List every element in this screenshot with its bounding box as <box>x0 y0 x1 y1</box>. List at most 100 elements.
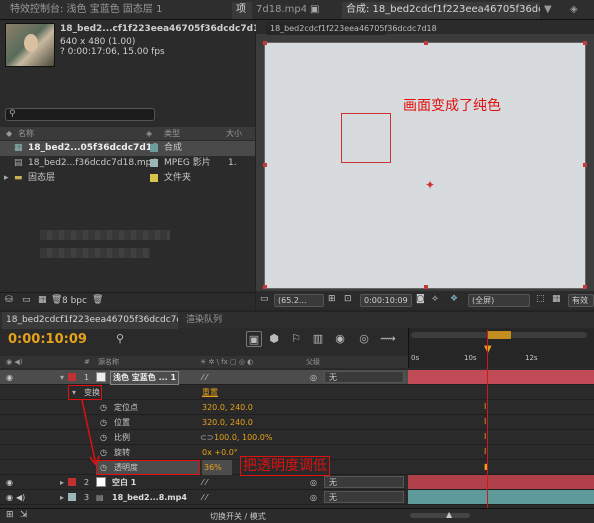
tab-composition[interactable]: 合成: 18_bed2cdcf1f223eea46705f36dcdc7d18 <box>342 2 540 19</box>
current-time-indicator-line[interactable] <box>487 330 488 520</box>
time-ruler[interactable]: 0s 10s 12s ▼ <box>408 328 594 368</box>
layer-name[interactable]: 浅色 宝蓝色 ... 1 <box>110 371 180 385</box>
bounding-handle[interactable] <box>424 285 428 289</box>
search-icon[interactable]: ⚲ <box>112 331 128 347</box>
new-comp-icon[interactable]: ▦ <box>38 295 47 305</box>
audio-icon[interactable]: ◀) <box>16 490 25 505</box>
label-color-swatch[interactable] <box>68 478 76 486</box>
active-camera-select[interactable]: 有效 <box>568 294 594 307</box>
keyframe-icon[interactable]: I <box>484 445 486 458</box>
graph-editor-icon[interactable]: ⟿ <box>380 331 396 347</box>
zoom-slider[interactable] <box>410 513 470 518</box>
label-color-swatch[interactable] <box>68 373 76 381</box>
anchor-point-icon[interactable]: ✦ <box>425 178 435 192</box>
layer-duration-bar[interactable] <box>408 370 594 385</box>
label-color-swatch[interactable] <box>68 493 76 501</box>
expand-arrow-icon[interactable]: ▸ <box>60 490 64 505</box>
column-parent[interactable]: 父级 <box>306 356 320 368</box>
project-item[interactable]: ▸ ▬ 固态层 文件夹 <box>0 171 255 186</box>
opacity-value[interactable]: 36% <box>202 460 232 475</box>
grid-icon[interactable]: ⊞ <box>328 294 336 304</box>
column-source-name[interactable]: 源名称 <box>98 356 119 368</box>
bounding-handle[interactable] <box>263 163 267 167</box>
property-value[interactable]: 320.0, 240.0 <box>202 415 253 430</box>
layer-name[interactable]: 18_bed2...8.mp4 <box>112 490 187 505</box>
toggle-switches-modes[interactable]: 切换开关 / 模式 <box>210 511 266 522</box>
tab-effects-control[interactable]: 特效控制台: 浅色 宝蓝色 固态层 1 <box>6 2 196 19</box>
zoom-thumb-icon[interactable]: ▲ <box>446 510 452 519</box>
layer-row[interactable]: ◉ ▸ 2 空白 1 ⁄ ⁄ ◎ 无 <box>0 475 408 490</box>
tab-project[interactable]: 项 <box>232 2 252 19</box>
expand-layer-icon[interactable]: ⇲ <box>20 510 28 520</box>
keyframe-icon[interactable]: I <box>484 430 486 443</box>
bounding-handle[interactable] <box>583 285 587 289</box>
eye-icon[interactable]: ◉ <box>6 475 13 490</box>
property-value[interactable]: 0x +0.0° <box>202 445 238 460</box>
dropdown-arrow-icon[interactable]: ▼ <box>540 2 560 19</box>
parent-select[interactable]: 无 <box>324 476 404 488</box>
parent-pickwhip-icon[interactable]: ◎ <box>310 490 317 505</box>
bounding-handle[interactable] <box>263 285 267 289</box>
tab-flowchart-icon[interactable]: ◈ <box>566 2 590 19</box>
constrain-proportions-icon[interactable]: ⊂⊃ <box>200 430 213 445</box>
timeline-timecode[interactable]: 0:00:10:09 <box>8 332 87 347</box>
keyframe-icon[interactable]: I <box>484 415 486 428</box>
comp-flowchart-icon[interactable]: ⊞ <box>6 510 14 520</box>
frame-blending-icon[interactable]: ▥ <box>310 331 326 347</box>
tab-lock-icon[interactable]: ▣ <box>306 2 340 19</box>
bounding-handle[interactable] <box>583 163 587 167</box>
current-time-display[interactable]: 0:00:10:09 <box>360 294 412 307</box>
trash-icon[interactable]: 🗑 <box>51 295 62 305</box>
comp-viewer-canvas[interactable]: ✦ 画面变成了纯色 <box>263 41 587 289</box>
expand-arrow-icon[interactable]: ▸ <box>60 475 64 490</box>
transparency-grid-icon[interactable]: ▦ <box>552 294 561 304</box>
hide-shy-layers-icon[interactable]: ⚐ <box>288 331 304 347</box>
camera-icon[interactable]: ◙ <box>416 294 425 304</box>
bounding-handle[interactable] <box>424 41 428 45</box>
layer-duration-bar[interactable] <box>408 475 594 490</box>
bounding-handle[interactable] <box>263 41 267 45</box>
expand-arrow-icon[interactable]: ▸ <box>4 171 9 186</box>
channel-icon[interactable]: ❖ <box>450 294 458 304</box>
project-search-input[interactable]: ⚲ <box>5 108 155 121</box>
project-item[interactable]: ▦ 18_bed2...05f36dcdc7d18 合成 <box>0 141 255 156</box>
property-value[interactable]: 320.0, 240.0 <box>202 400 253 415</box>
zoom-select[interactable]: (65.2... <box>274 294 324 307</box>
layer-row[interactable]: ◉ ▾ 1 浅色 宝蓝色 ... 1 ⁄ ⁄ ◎ 无 <box>0 370 408 385</box>
graph-editor-icon[interactable]: ◎ <box>356 331 372 347</box>
expand-arrow-icon[interactable]: ▾ <box>60 370 64 385</box>
shy-switch-icon[interactable]: ⁄ ⁄ <box>202 490 207 505</box>
column-type[interactable]: 类型 <box>164 127 180 140</box>
parent-select[interactable]: 无 <box>324 491 404 503</box>
motion-blur-icon[interactable]: ◉ <box>332 331 348 347</box>
eye-icon[interactable]: ◉ <box>6 370 13 385</box>
layer-duration-bar[interactable] <box>408 490 594 505</box>
shy-switch-icon[interactable]: ⁄ ⁄ <box>202 475 207 490</box>
resolution-select[interactable]: (全屏) <box>468 294 530 307</box>
trash-icon[interactable]: 🗑 <box>92 295 103 305</box>
always-preview-icon[interactable]: ▭ <box>260 294 269 304</box>
comp-name-tab[interactable]: 18_bed2cdcf1f223eea46705f36dcdc7d18 <box>266 22 437 35</box>
show-snapshot-icon[interactable]: ⟡ <box>432 294 438 304</box>
parent-pickwhip-icon[interactable]: ◎ <box>310 475 317 490</box>
bounding-handle[interactable] <box>583 41 587 45</box>
eye-icon[interactable]: ◉ <box>6 490 13 505</box>
tab-render-queue[interactable]: 渲染队列 <box>182 312 232 329</box>
draft-3d-icon[interactable]: ⬢ <box>266 331 282 347</box>
comp-mini-flowchart-icon[interactable]: ▣ <box>246 331 262 347</box>
bpc-label[interactable]: 8 bpc <box>62 296 87 306</box>
shy-switch-icon[interactable]: ⁄ ⁄ <box>202 370 207 385</box>
interpret-footage-icon[interactable]: ⛁ <box>5 295 13 305</box>
keyframe-icon[interactable]: I <box>484 400 486 413</box>
reset-link[interactable]: 重置 <box>202 385 218 400</box>
roi-icon[interactable]: ⬚ <box>536 294 545 304</box>
layer-name[interactable]: 空白 1 <box>112 475 136 490</box>
tab-footage[interactable]: 7d18.mp4 <box>252 2 306 19</box>
layer-row[interactable]: ◉ ◀) ▸ 3 ▤ 18_bed2...8.mp4 ⁄ ⁄ ◎ 无 <box>0 490 408 505</box>
work-area-handle[interactable] <box>487 331 511 339</box>
project-item[interactable]: ▤ 18_bed2...f36dcdc7d18.mp4 MPEG 影片 1. <box>0 156 255 171</box>
new-folder-icon[interactable]: ▭ <box>22 295 31 305</box>
parent-select[interactable]: 无 <box>324 371 404 383</box>
column-size[interactable]: 大小 <box>226 127 242 140</box>
region-icon[interactable]: ⊡ <box>344 294 352 304</box>
